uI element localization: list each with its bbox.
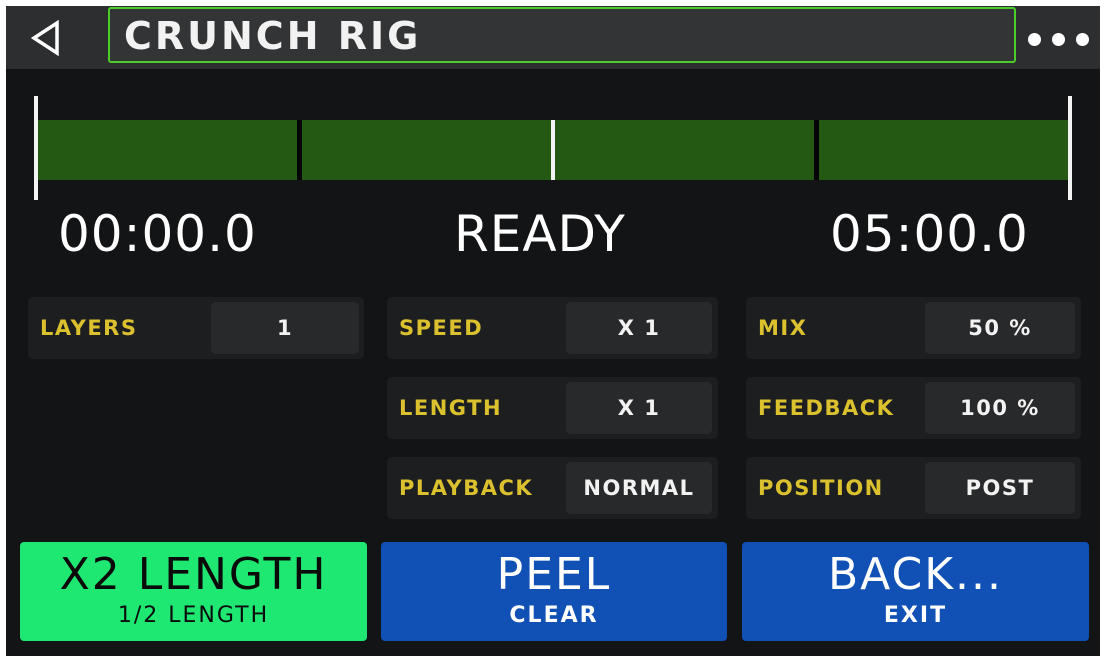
param-playback[interactable]: PLAYBACK NORMAL	[387, 457, 718, 519]
param-mix[interactable]: MIX 50 %	[746, 297, 1081, 359]
loop-start-marker[interactable]	[34, 96, 38, 200]
param-label: MIX	[758, 316, 808, 340]
param-label: LENGTH	[399, 396, 503, 420]
looper-status: READY	[454, 205, 626, 263]
button-sub-label: CLEAR	[509, 603, 599, 628]
loop-end-marker[interactable]	[1068, 96, 1072, 200]
end-time: 05:00.0	[830, 205, 1029, 263]
param-value: 50 %	[925, 302, 1075, 354]
param-label: POSITION	[758, 476, 884, 500]
param-value: NORMAL	[566, 462, 712, 514]
more-dots-icon	[1076, 33, 1089, 46]
param-value: POST	[925, 462, 1075, 514]
button-main-label: PEEL	[496, 549, 612, 600]
param-layers[interactable]: LAYERS 1	[28, 297, 364, 359]
param-value: X 1	[566, 302, 712, 354]
quarter-divider	[814, 120, 819, 180]
param-label: FEEDBACK	[758, 396, 895, 420]
param-length[interactable]: LENGTH X 1	[387, 377, 718, 439]
param-value: 100 %	[925, 382, 1075, 434]
button-sub-label: EXIT	[883, 603, 948, 628]
button-main-label: BACK...	[827, 549, 1004, 600]
more-dots-icon	[1052, 33, 1065, 46]
peel-button[interactable]: PEEL CLEAR	[381, 542, 727, 641]
looper-screen: CRUNCH RIG 00:00.0 READY 05:00.0 LAYERS …	[6, 6, 1100, 656]
param-value: 1	[211, 302, 359, 354]
preset-title: CRUNCH RIG	[124, 14, 422, 58]
start-time: 00:00.0	[58, 205, 257, 263]
param-label: LAYERS	[40, 316, 138, 340]
param-feedback[interactable]: FEEDBACK 100 %	[746, 377, 1081, 439]
loop-timeline[interactable]	[6, 69, 1100, 219]
param-speed[interactable]: SPEED X 1	[387, 297, 718, 359]
back-triangle-icon	[30, 20, 59, 56]
button-sub-label: 1/2 LENGTH	[117, 603, 270, 628]
header-bar: CRUNCH RIG	[6, 6, 1100, 69]
x2-length-button[interactable]: X2 LENGTH 1/2 LENGTH	[20, 542, 367, 641]
back-button[interactable]	[6, 6, 102, 69]
param-position[interactable]: POSITION POST	[746, 457, 1081, 519]
more-menu-button[interactable]	[1016, 6, 1100, 69]
param-label: PLAYBACK	[399, 476, 534, 500]
playhead-marker	[551, 120, 555, 180]
back-exit-button[interactable]: BACK... EXIT	[742, 542, 1089, 641]
quarter-divider	[297, 120, 302, 180]
loop-waveform-bar	[38, 120, 1070, 180]
param-value: X 1	[566, 382, 712, 434]
more-dots-icon	[1028, 33, 1041, 46]
param-label: SPEED	[399, 316, 484, 340]
button-main-label: X2 LENGTH	[59, 549, 328, 600]
time-readout-row: 00:00.0 READY 05:00.0	[6, 202, 1100, 272]
preset-title-field[interactable]: CRUNCH RIG	[108, 7, 1016, 63]
